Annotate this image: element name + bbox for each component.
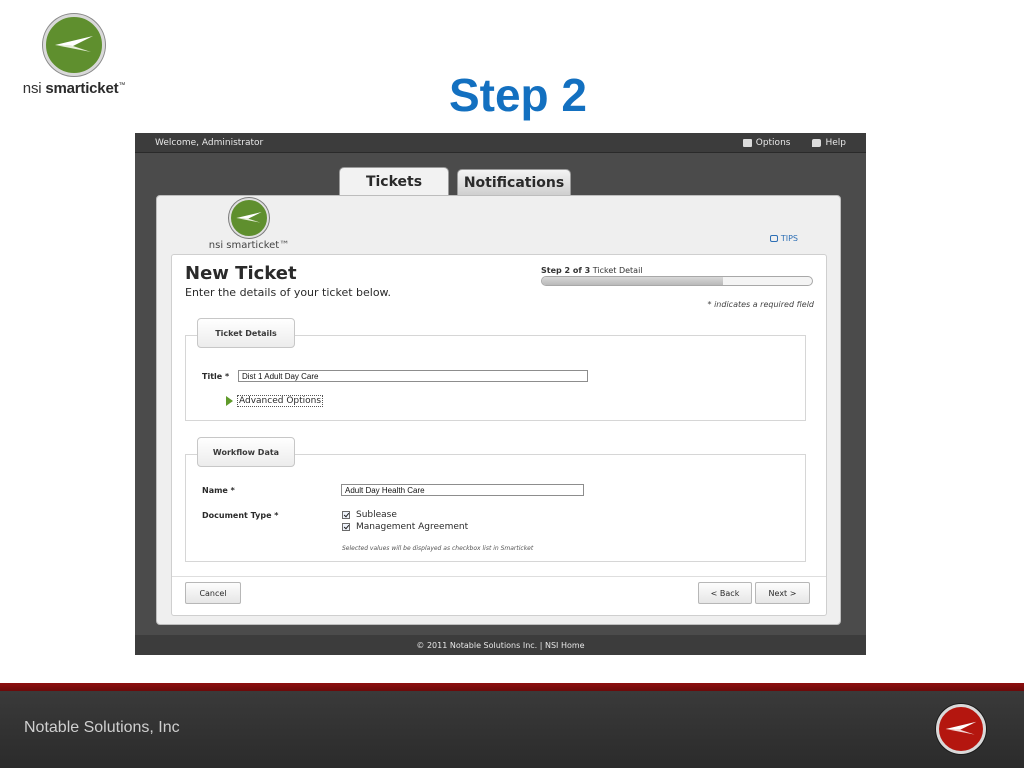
advanced-options-toggle[interactable]: Advanced Options [226,395,324,407]
doc-type-hint: Selected values will be displayed as che… [342,545,534,552]
app-footer: © 2011 Notable Solutions Inc. | NSI Home [135,635,866,655]
required-note: * indicates a required field [707,300,814,309]
doc-type-option-management-agreement[interactable]: Management Agreement [342,522,468,532]
ticket-details-section: Ticket Details Title * Dist 1 Adult Day … [185,318,806,421]
panel-brand-text: nsi smarticket™ [208,240,290,251]
name-input[interactable]: Adult Day Health Care [341,484,584,496]
tips-label: TIPS [780,234,798,243]
paper-plane-icon [229,198,269,238]
content-panel: nsi smarticket™ TIPS New Ticket Enter th… [156,195,841,625]
back-button[interactable]: < Back [698,582,752,604]
progress-fill [542,277,723,285]
slide: nsi smarticket™ Step 2 Welcome, Administ… [0,0,1024,768]
tab-tickets[interactable]: Tickets [339,167,449,195]
workflow-data-section: Workflow Data Name * Adult Day Health Ca… [185,437,806,562]
slide-footer: Notable Solutions, Inc [0,691,1024,768]
title-label: Title * [202,372,230,381]
workflow-data-legend: Workflow Data [197,437,295,467]
welcome-text: Welcome, Administrator [155,137,264,148]
options-icon [742,138,752,147]
paper-plane-icon [936,704,986,754]
form-subtitle: Enter the details of your ticket below. [185,286,392,299]
form-title: New Ticket [185,263,297,284]
paper-plane-icon [43,14,105,76]
option-label: Management Agreement [356,522,469,532]
tab-notifications[interactable]: Notifications [457,169,571,195]
slide-title: Step 2 [448,69,588,121]
doc-type-option-sublease[interactable]: Sublease [342,510,397,520]
options-label: Options [755,137,791,148]
help-label: Help [825,137,846,148]
document-type-label: Document Type * [202,511,279,520]
top-links: Options Help [742,137,846,148]
step-indicator: Step 2 of 3 Ticket Detail [541,266,643,275]
step-name: Ticket Detail [592,266,643,275]
cancel-button[interactable]: Cancel [185,582,241,604]
panel-logo: nsi smarticket™ [197,198,301,251]
option-label: Sublease [356,510,397,520]
expand-arrow-icon [226,396,233,406]
top-bar: Welcome, Administrator Options Help [135,133,866,153]
app-screenshot: Welcome, Administrator Options Help Tick… [135,133,866,655]
help-speech-icon [812,138,822,147]
ticket-details-legend: Ticket Details [197,318,295,348]
step-count: Step 2 of 3 [541,266,591,275]
footer-accent-stripe [0,683,1024,691]
advanced-options-label: Advanced Options [237,395,324,407]
help-link[interactable]: Help [812,138,846,148]
ticket-form: New Ticket Enter the details of your tic… [171,254,827,616]
tab-bar: Tickets Notifications [339,167,571,195]
tips-icon [769,235,778,242]
next-button[interactable]: Next > [755,582,810,604]
form-divider [172,576,826,577]
step-progress-bar [541,276,813,286]
company-name: Notable Solutions, Inc [24,719,180,736]
options-link[interactable]: Options [742,137,791,148]
checkbox[interactable] [342,523,350,531]
checkbox[interactable] [342,511,350,519]
name-label: Name * [202,486,235,495]
tips-link[interactable]: TIPS [769,234,798,243]
title-input[interactable]: Dist 1 Adult Day Care [238,370,588,382]
